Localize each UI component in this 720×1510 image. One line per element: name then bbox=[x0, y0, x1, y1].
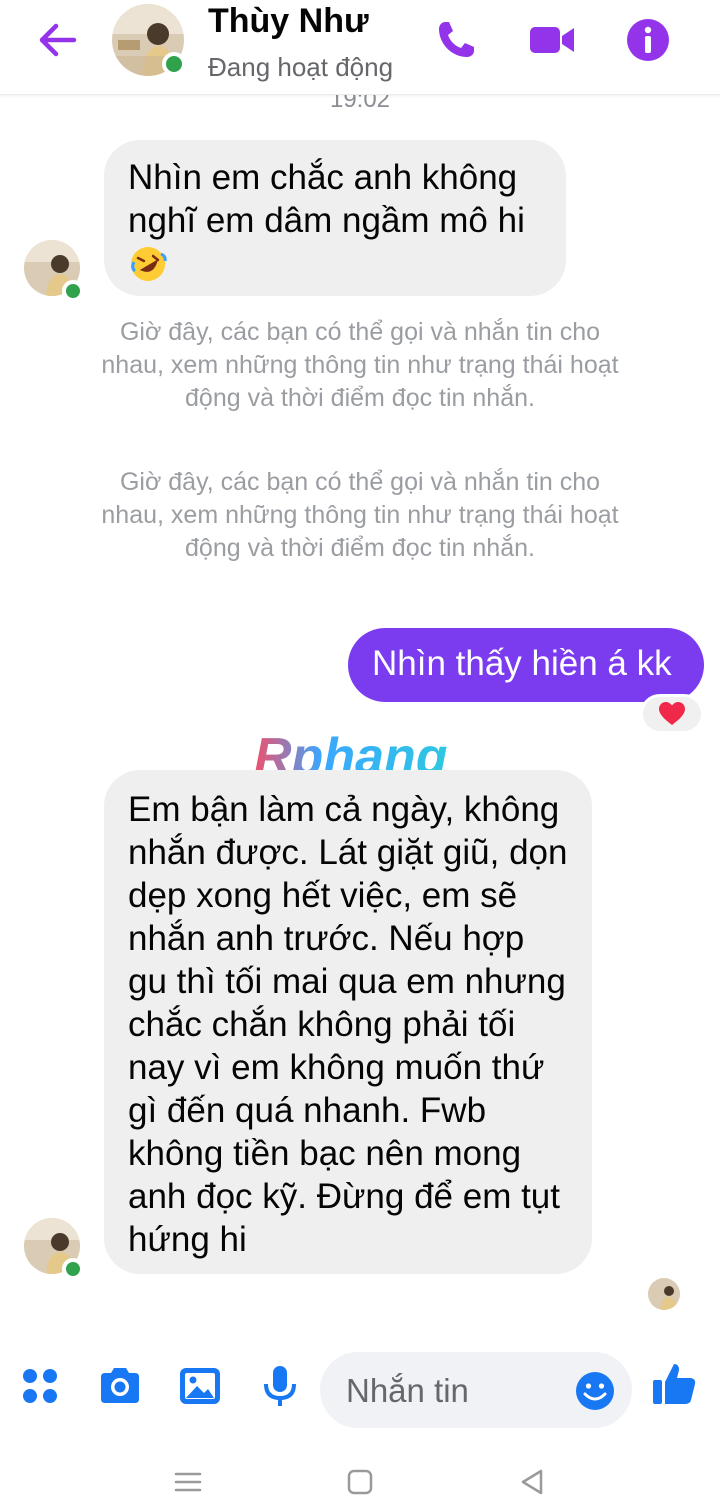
image-icon[interactable] bbox=[176, 1362, 224, 1410]
video-camera-icon[interactable] bbox=[528, 16, 576, 64]
message-input[interactable]: Nhắn tin bbox=[320, 1352, 632, 1428]
message-text: Nhìn em chắc anh không nghĩ em dâm ngầm … bbox=[128, 158, 525, 240]
contact-name[interactable]: Thùy Như bbox=[208, 2, 369, 41]
recent-apps-icon[interactable] bbox=[170, 1464, 206, 1500]
system-message: Giờ đây, các bạn có thể gọi và nhắn tin … bbox=[101, 318, 619, 412]
online-indicator bbox=[62, 280, 84, 302]
back-icon[interactable] bbox=[514, 1464, 550, 1500]
camera-icon[interactable] bbox=[96, 1362, 144, 1410]
system-navigation-bar bbox=[0, 1450, 720, 1510]
back-arrow-icon[interactable] bbox=[34, 20, 78, 60]
info-icon[interactable] bbox=[624, 16, 672, 64]
emoji-icon[interactable] bbox=[574, 1370, 616, 1412]
seen-receipt-avatar bbox=[648, 1278, 680, 1310]
contact-status: Đang hoạt động bbox=[208, 52, 394, 82]
message-reaction[interactable] bbox=[640, 694, 704, 734]
thumbs-up-icon[interactable] bbox=[650, 1360, 698, 1408]
incoming-message[interactable]: Em bận làm cả ngày, không nhắn được. Lát… bbox=[104, 770, 592, 1274]
home-icon[interactable] bbox=[342, 1464, 378, 1500]
outgoing-message[interactable]: Nhìn thấy hiền á kk bbox=[348, 628, 704, 702]
online-indicator bbox=[62, 1258, 84, 1280]
apps-grid-icon[interactable] bbox=[16, 1362, 64, 1410]
message-text: Em bận làm cả ngày, không nhắn được. Lát… bbox=[128, 790, 568, 1259]
message-input-placeholder: Nhắn tin bbox=[346, 1372, 469, 1409]
message-text: Nhìn thấy hiền á kk bbox=[372, 644, 672, 683]
system-message: Giờ đây, các bạn có thể gọi và nhắn tin … bbox=[101, 468, 619, 562]
incoming-message[interactable]: Nhìn em chắc anh không nghĩ em dâm ngầm … bbox=[104, 140, 566, 296]
phone-icon[interactable] bbox=[432, 16, 480, 64]
rolling-on-floor-laughing-emoji bbox=[131, 247, 167, 281]
microphone-icon[interactable] bbox=[256, 1362, 304, 1410]
online-indicator bbox=[162, 52, 186, 76]
heart-icon bbox=[659, 702, 685, 725]
chat-header: Thùy Như Đang hoạt động bbox=[0, 0, 720, 95]
